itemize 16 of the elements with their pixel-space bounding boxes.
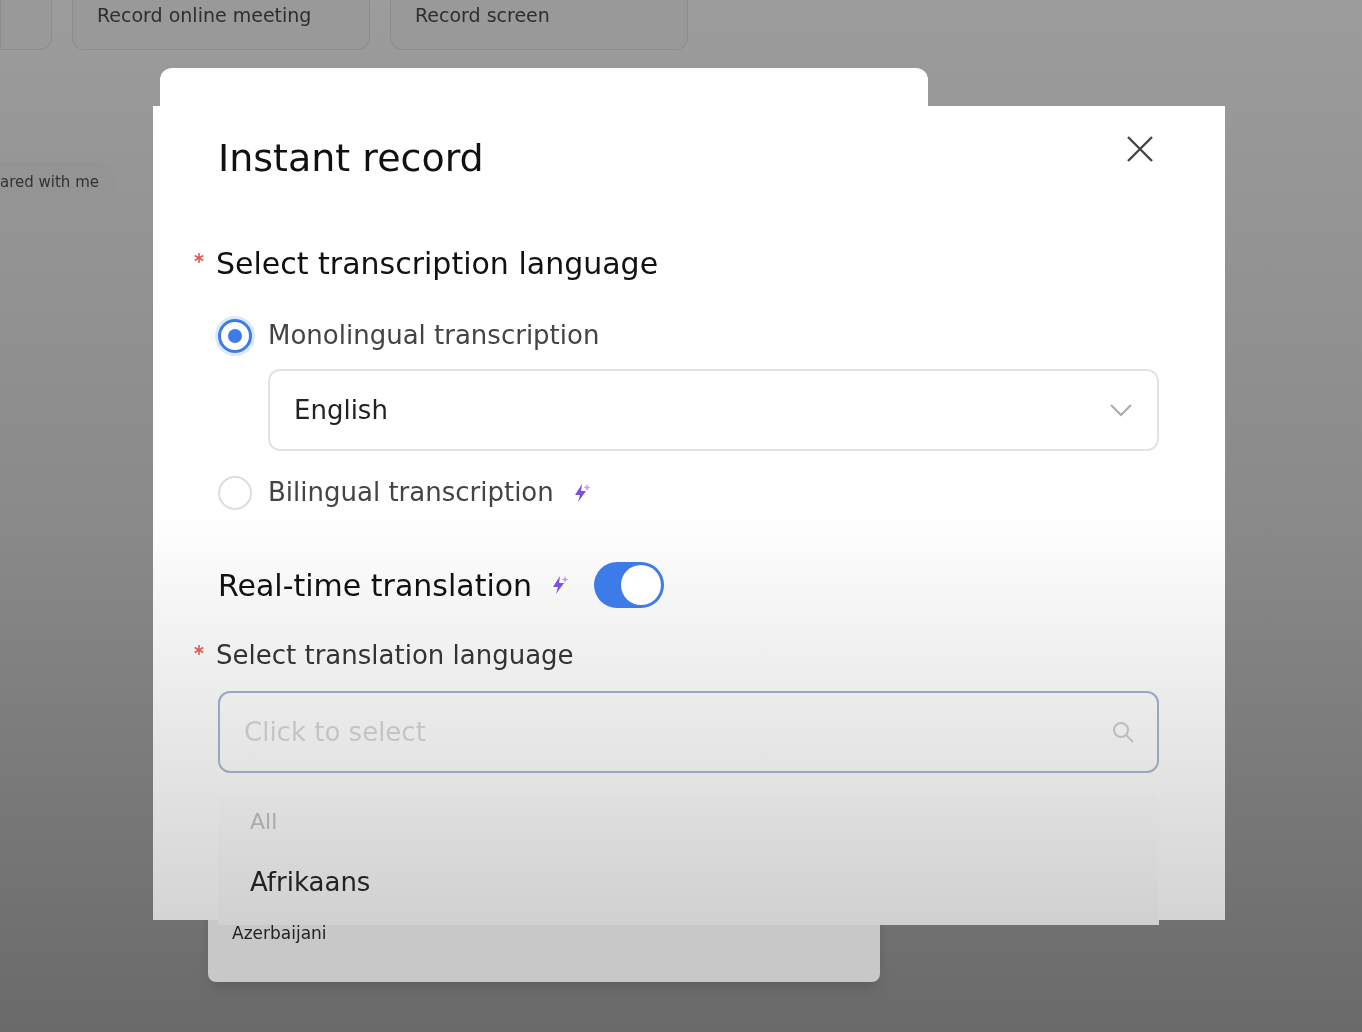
toggle-switch[interactable] (594, 562, 665, 608)
option-card[interactable]: Record screen (390, 0, 688, 50)
section-label: Select transcription language (216, 245, 659, 283)
dropdown-option[interactable]: Afrikaans (250, 855, 1159, 905)
dialog-title: Instant record (218, 135, 484, 182)
search-icon (1111, 720, 1135, 744)
field-label: Select translation language (216, 639, 574, 672)
language-select[interactable]: English (268, 369, 1159, 451)
radio-label: Bilingual transcription (268, 476, 554, 509)
dropdown-option[interactable]: Azerbaijani (232, 920, 880, 946)
close-icon[interactable] (1125, 134, 1155, 164)
option-card[interactable]: Record online meeting (72, 0, 370, 50)
radio-button[interactable] (218, 318, 252, 353)
chevron-down-icon (1109, 403, 1133, 417)
radio-label: Monolingual transcription (268, 319, 600, 352)
section-label: Real-time translation (218, 566, 533, 605)
